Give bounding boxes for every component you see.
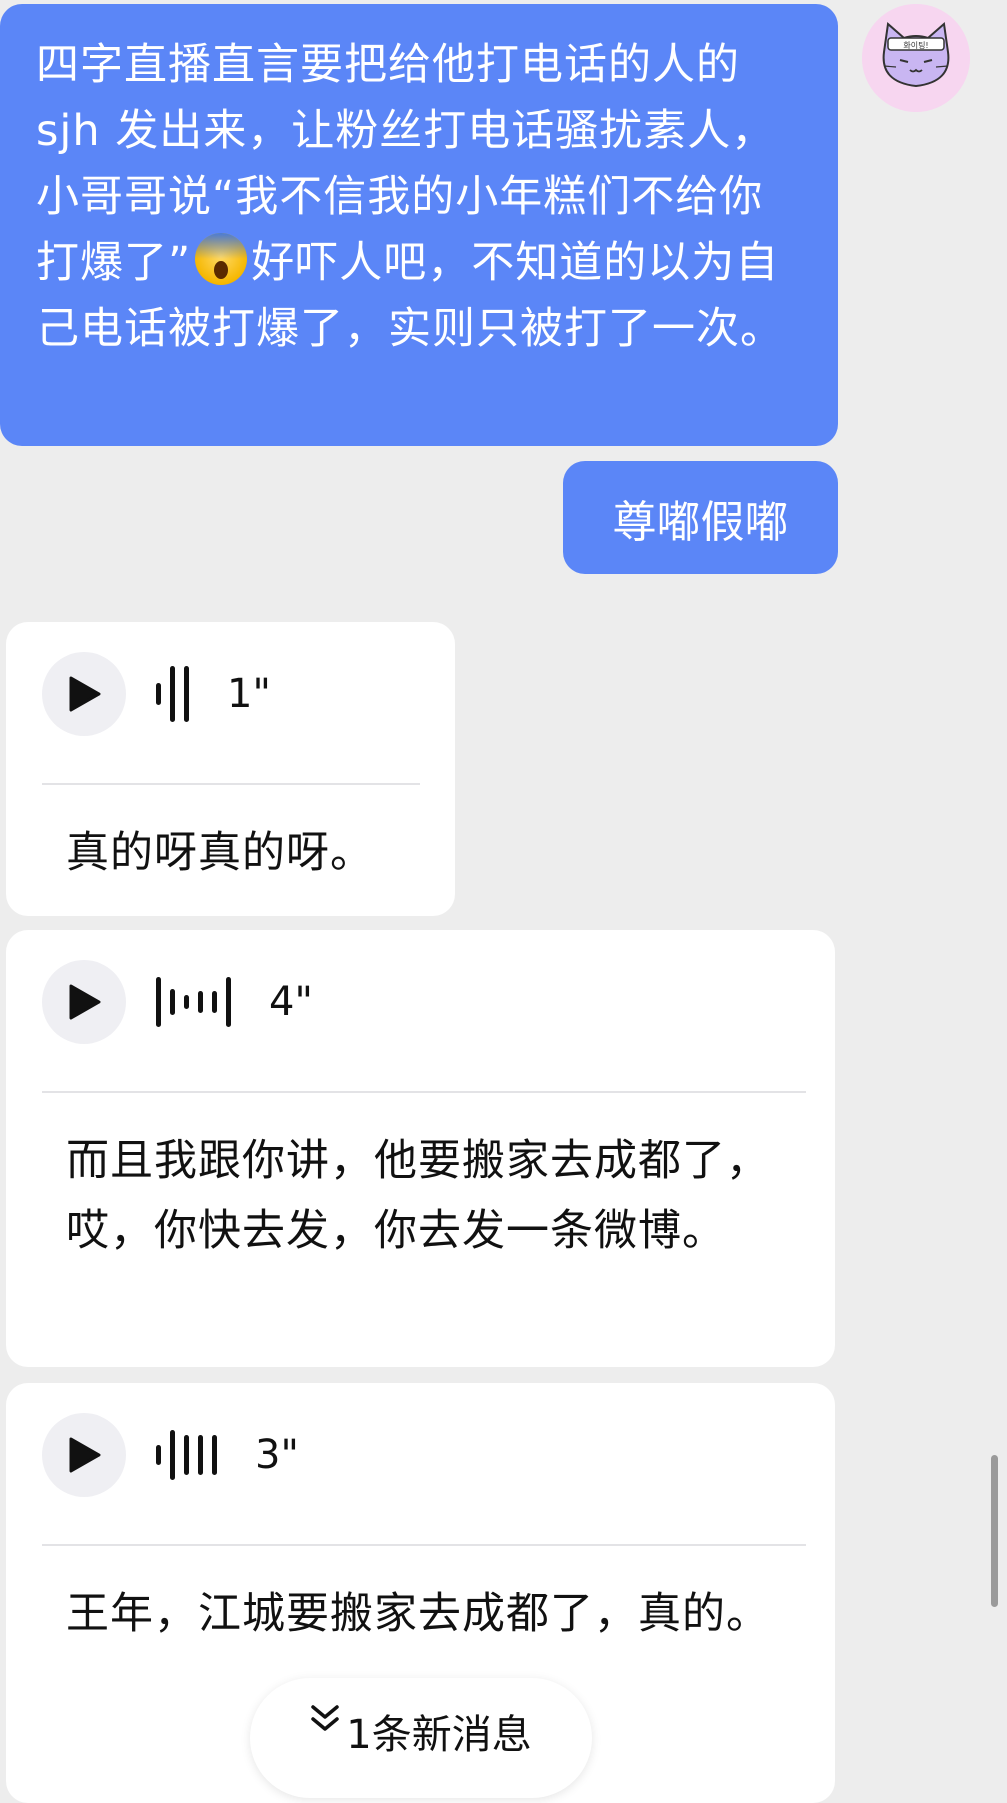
avatar-headband-text: 화이팅! — [903, 40, 928, 50]
screaming-face-emoji-icon — [195, 233, 248, 285]
cat-avatar-icon: 화이팅! — [862, 4, 970, 112]
waveform-icon — [156, 666, 189, 722]
play-button[interactable] — [42, 960, 126, 1044]
outgoing-message-bubble[interactable]: 四字直播直言要把给他打电话的人的 sjh 发出来，让粉丝打电话骚扰素人，小哥哥说… — [0, 4, 838, 446]
avatar[interactable]: 화이팅! — [862, 4, 970, 112]
voice-duration: 1" — [227, 671, 271, 717]
play-icon — [69, 676, 101, 712]
voice-transcript: 而且我跟你讲，他要搬家去成都了，哎，你快去发，你去发一条微博。 — [66, 1136, 770, 1256]
play-button[interactable] — [42, 652, 126, 736]
divider — [42, 1091, 806, 1093]
voice-player: 4" — [42, 960, 313, 1044]
voice-duration: 4" — [269, 979, 313, 1025]
message-text: 尊嘟假嘟 — [612, 496, 789, 548]
voice-message-bubble[interactable]: 1" 真的呀真的呀。 — [6, 622, 455, 916]
voice-transcript: 王年，江城要搬家去成都了，真的。 — [66, 1589, 770, 1639]
play-button[interactable] — [42, 1413, 126, 1497]
scrollbar[interactable] — [991, 1455, 998, 1607]
new-message-button[interactable]: 1条新消息 — [250, 1678, 592, 1798]
new-message-label: 1条新消息 — [346, 1712, 532, 1758]
divider — [42, 1544, 806, 1546]
voice-player: 1" — [42, 652, 271, 736]
double-chevron-down-icon — [311, 1705, 340, 1731]
voice-transcript: 真的呀真的呀。 — [66, 828, 374, 878]
voice-player: 3" — [42, 1413, 299, 1497]
waveform-icon — [156, 1430, 217, 1480]
play-icon — [69, 1437, 101, 1473]
play-icon — [69, 984, 101, 1020]
outgoing-message-bubble[interactable]: 尊嘟假嘟 — [563, 461, 838, 574]
voice-duration: 3" — [255, 1432, 299, 1478]
voice-message-bubble[interactable]: 4" 而且我跟你讲，他要搬家去成都了，哎，你快去发，你去发一条微博。 — [6, 930, 835, 1367]
divider — [42, 783, 420, 785]
waveform-icon — [156, 977, 231, 1027]
